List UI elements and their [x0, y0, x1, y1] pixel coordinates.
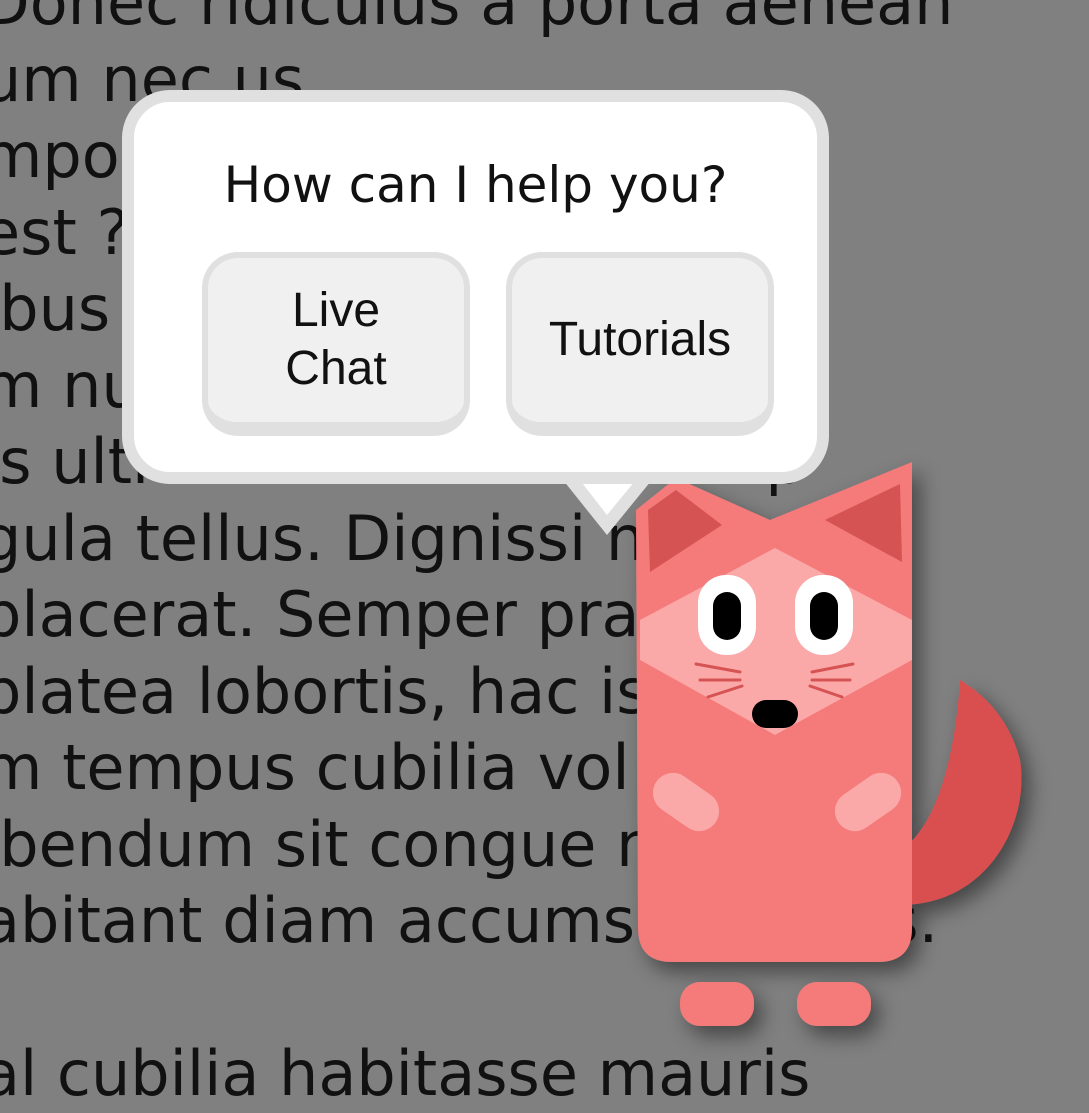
help-popup: How can I help you? Live Chat Tutorials — [0, 0, 1089, 1089]
bubble-pointer-cover — [572, 448, 644, 470]
